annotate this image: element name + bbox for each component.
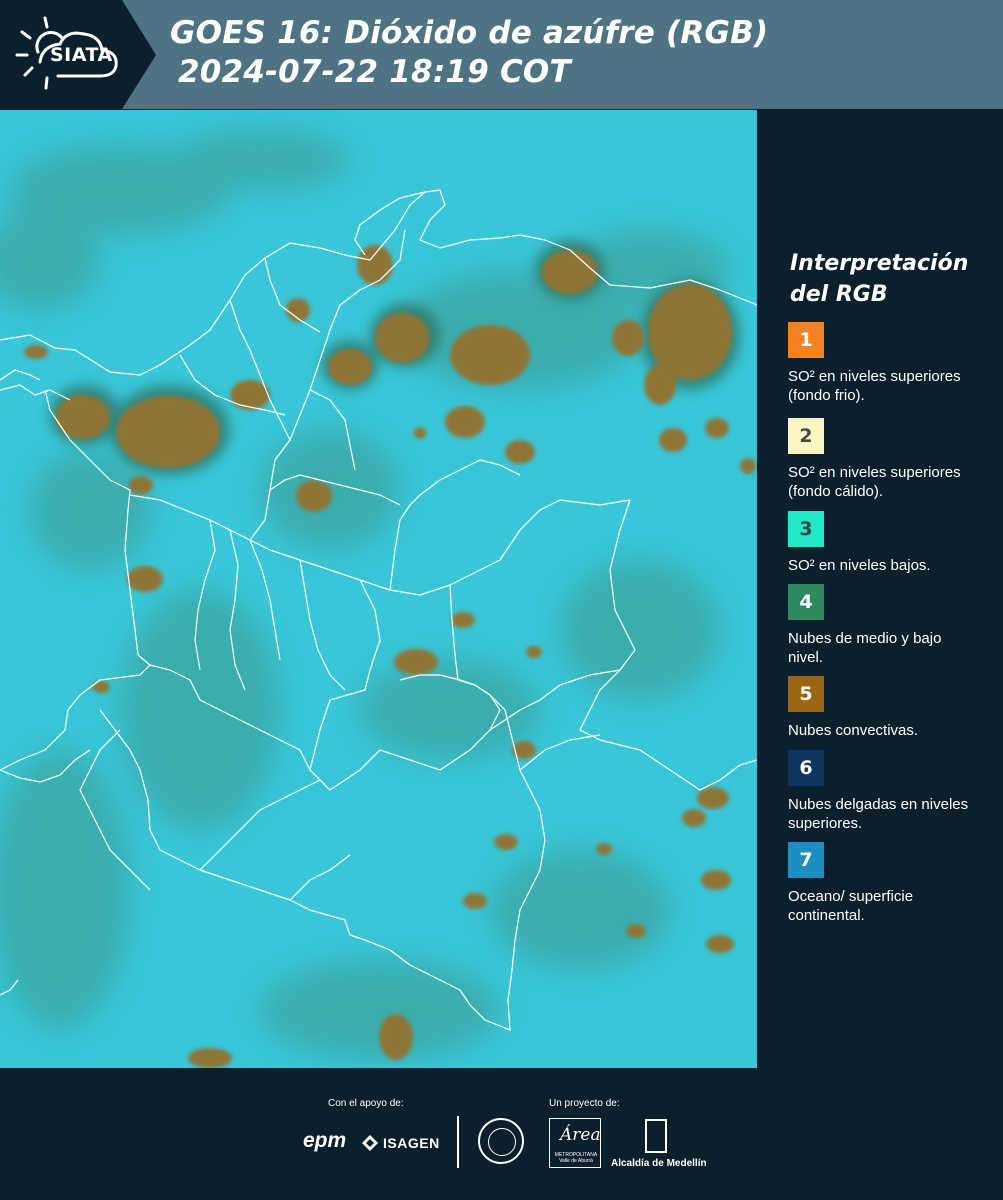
- header-bar: SIATA GOES 16: Dióxido de azúfre (RGB) 2…: [0, 0, 1003, 109]
- alcaldia-shield-icon: [645, 1119, 667, 1153]
- page-timestamp: 2024-07-22 18:19 COT: [178, 54, 571, 90]
- legend-item-4: 4 Nubes de medio y bajo nivel.: [788, 584, 988, 667]
- legend-description: Nubes delgadas en niveles superiores.: [788, 796, 969, 832]
- legend-item-6: 6 Nubes delgadas en niveles superiores.: [788, 750, 988, 833]
- legend-item-1: 1 SO² en niveles superiores (fondo frio)…: [788, 322, 988, 405]
- satellite-image: [0, 110, 757, 1068]
- page-title: GOES 16: Dióxido de azúfre (RGB): [170, 15, 769, 51]
- medellin-seal-icon: [478, 1118, 524, 1164]
- area-logo-word: Área: [560, 1125, 601, 1145]
- legend-description: SO² en niveles superiores (fondo cálido)…: [788, 464, 961, 500]
- legend-swatch: 2: [788, 418, 824, 454]
- legend-item-7: 7 Oceano/ superficie continental.: [788, 842, 988, 925]
- area-metropolitana-logo: Área METROPOLITANA Valle de Aburrá: [549, 1118, 601, 1168]
- legend-panel: Interpretación del RGB 1 SO² en niveles …: [760, 110, 1003, 1068]
- isagen-logo: ISAGEN: [383, 1135, 440, 1151]
- satellite-map: [0, 110, 757, 1068]
- legend-description: Oceano/ superficie continental.: [788, 888, 914, 924]
- project-label: Un proyecto de:: [549, 1098, 620, 1109]
- legend-title: Interpretación del RGB: [790, 251, 969, 307]
- legend-item-3: 3 SO² en niveles bajos.: [788, 511, 988, 575]
- legend-item-5: 5 Nubes convectivas.: [788, 676, 988, 740]
- legend-swatch: 6: [788, 750, 824, 786]
- legend-swatch: 5: [788, 676, 824, 712]
- isagen-icon: [362, 1135, 378, 1151]
- area-logo-subtitle: METROPOLITANA Valle de Aburrá: [554, 1152, 598, 1164]
- legend-swatch: 1: [788, 322, 824, 358]
- legend-swatch: 4: [788, 584, 824, 620]
- alcaldia-logo-text: Alcaldía de Medellín: [611, 1158, 707, 1169]
- legend-description: SO² en niveles bajos.: [788, 557, 931, 574]
- legend-swatch: 3: [788, 511, 824, 547]
- legend-description: Nubes convectivas.: [788, 722, 919, 739]
- support-label: Con el apoyo de:: [328, 1098, 404, 1109]
- footer-divider: [457, 1116, 459, 1168]
- siata-logo-text: SIATA: [50, 44, 113, 66]
- epm-logo: epm: [303, 1129, 347, 1152]
- legend-item-2: 2 SO² en niveles superiores (fondo cálid…: [788, 418, 988, 501]
- legend-description: SO² en niveles superiores (fondo frio).: [788, 368, 961, 404]
- legend-description: Nubes de medio y bajo nivel.: [788, 630, 942, 666]
- legend-swatch: 7: [788, 842, 824, 878]
- footer: Con el apoyo de: Un proyecto de: epm ISA…: [0, 1068, 1003, 1200]
